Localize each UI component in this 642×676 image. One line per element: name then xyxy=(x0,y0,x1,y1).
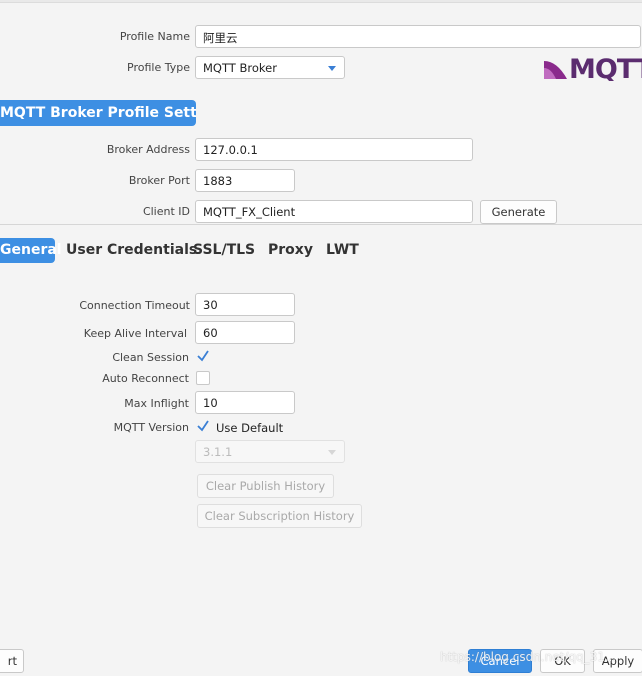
connection-timeout-label: Connection Timeout xyxy=(79,299,190,312)
ok-button[interactable]: OK xyxy=(540,649,585,673)
profile-name-input[interactable]: 阿里云 xyxy=(195,25,641,48)
export-button[interactable]: rt xyxy=(0,649,24,673)
max-inflight-input[interactable]: 10 xyxy=(195,391,295,414)
use-default-checkbox[interactable] xyxy=(196,419,210,433)
auto-reconnect-checkbox[interactable] xyxy=(196,371,210,385)
clean-session-label: Clean Session xyxy=(112,351,189,364)
profile-type-value: MQTT Broker xyxy=(203,61,277,75)
auto-reconnect-label: Auto Reconnect xyxy=(102,372,189,385)
checkmark-icon xyxy=(197,350,209,362)
profile-type-label: Profile Type xyxy=(127,61,190,74)
mqtt-logo-text: MQTT xyxy=(569,54,642,81)
broker-port-label: Broker Port xyxy=(128,174,190,187)
mqtt-logo: MQTT xyxy=(543,53,642,85)
mqtt-version-select[interactable]: 3.1.1 xyxy=(195,440,345,463)
client-id-input[interactable]: MQTT_FX_Client xyxy=(195,200,473,223)
mqtt-version-label: MQTT Version xyxy=(113,421,189,434)
use-default-label: Use Default xyxy=(216,421,284,435)
tab-general[interactable]: General xyxy=(0,238,62,263)
broker-address-label: Broker Address xyxy=(106,143,190,156)
mqtt-version-value: 3.1.1 xyxy=(203,445,233,459)
broker-profile-settings-header: MQTT Broker Profile Settings xyxy=(0,100,196,126)
tab-user-credentials[interactable]: User Credentials xyxy=(66,238,197,263)
section-divider xyxy=(0,224,642,225)
client-id-label: Client ID xyxy=(142,205,190,218)
connection-timeout-input[interactable]: 30 xyxy=(195,293,295,316)
tab-ssl-tls[interactable]: SSL/TLS xyxy=(193,238,255,263)
checkmark-icon xyxy=(197,420,209,432)
window-top-edge xyxy=(0,0,642,3)
apply-button[interactable]: Apply xyxy=(593,649,642,673)
dropdown-arrow-icon xyxy=(328,450,336,455)
max-inflight-label: Max Inflight xyxy=(124,397,189,410)
clear-subscription-history-button[interactable]: Clear Subscription History xyxy=(197,504,362,528)
tab-lwt[interactable]: LWT xyxy=(326,238,359,263)
profile-type-select[interactable]: MQTT Broker xyxy=(195,56,345,79)
keep-alive-interval-input[interactable]: 60 xyxy=(195,321,295,344)
dropdown-arrow-icon xyxy=(328,66,336,71)
profile-name-label: Profile Name xyxy=(119,30,190,43)
broker-port-input[interactable]: 1883 xyxy=(195,169,295,192)
cancel-button[interactable]: Cancel xyxy=(468,649,532,673)
clear-publish-history-button[interactable]: Clear Publish History xyxy=(197,474,334,498)
clean-session-checkbox[interactable] xyxy=(196,349,210,363)
broker-address-input[interactable]: 127.0.0.1 xyxy=(195,138,473,161)
keep-alive-interval-label: Keep Alive Interval xyxy=(83,327,187,340)
generate-button[interactable]: Generate xyxy=(480,200,557,224)
tab-proxy[interactable]: Proxy xyxy=(268,238,313,263)
